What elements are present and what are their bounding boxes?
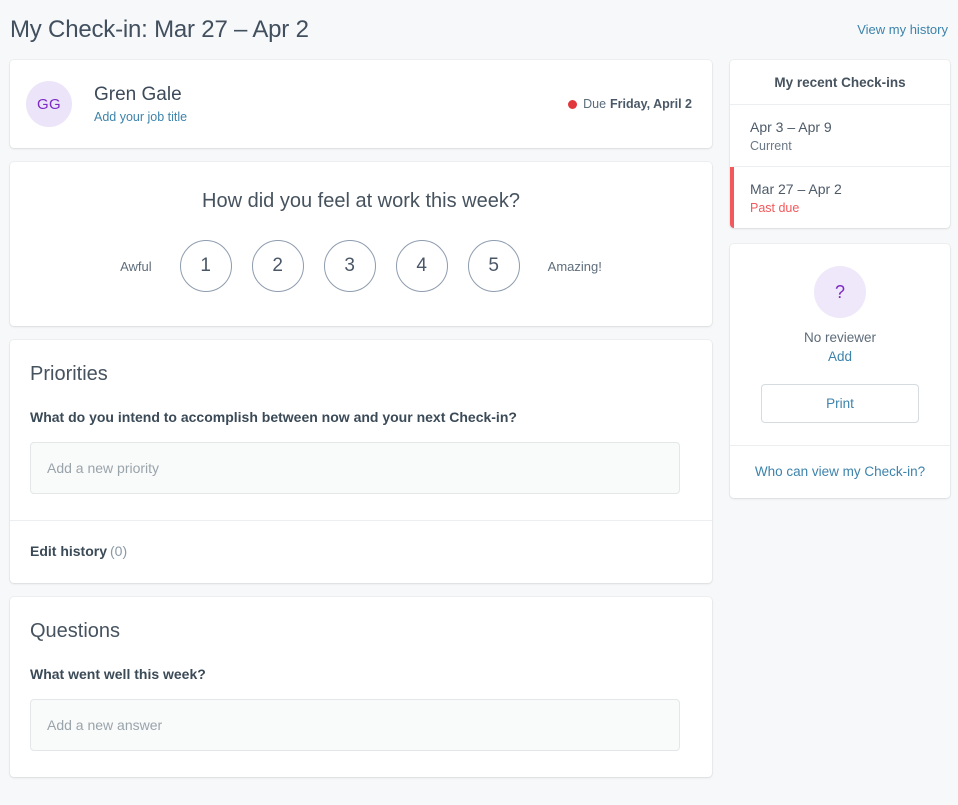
mood-low-label: Awful <box>120 258 152 274</box>
recent-checkins-card: My recent Check-ins Apr 3 – Apr 9 Curren… <box>730 60 950 228</box>
mood-question: How did you feel at work this week? <box>202 190 520 212</box>
mood-scale: Awful 1 2 3 4 5 Amazing! <box>26 240 696 292</box>
print-button[interactable]: Print <box>761 384 919 423</box>
user-summary-card: GG Gren Gale Add your job title Due Frid… <box>10 60 712 148</box>
avatar: GG <box>26 81 72 127</box>
mood-option-4[interactable]: 4 <box>395 240 448 292</box>
page-layout: GG Gren Gale Add your job title Due Frid… <box>0 60 958 791</box>
recent-checkins-title: My recent Check-ins <box>730 60 950 105</box>
checkin-range: Apr 3 – Apr 9 <box>750 119 832 135</box>
view-my-history-link[interactable]: View my history <box>857 14 950 46</box>
add-priority-input[interactable] <box>30 442 680 494</box>
mood-option-2[interactable]: 2 <box>251 240 304 292</box>
page-title: My Check-in: Mar 27 – Apr 2 <box>10 16 309 43</box>
checkin-status: Current <box>750 139 792 153</box>
priorities-body: Priorities What do you intend to accompl… <box>10 340 712 520</box>
edit-history-count: (0) <box>110 543 128 559</box>
questions-body: Questions What went well this week? <box>10 597 712 777</box>
page-header: My Check-in: Mar 27 – Apr 2 View my hist… <box>0 0 958 60</box>
checkin-item-current[interactable]: Apr 3 – Apr 9 Current <box>730 105 950 167</box>
mood-high-label: Amazing! <box>547 258 602 274</box>
due-status-dot-icon <box>568 99 578 109</box>
mood-option-1[interactable]: 1 <box>179 240 232 292</box>
checkin-range: Mar 27 – Apr 2 <box>750 181 842 197</box>
checkin-item-past-due[interactable]: Mar 27 – Apr 2 Past due <box>730 167 950 228</box>
user-name: Gren Gale <box>94 83 182 105</box>
edit-history-label: Edit history <box>30 543 108 559</box>
due-status: Due Friday, April 2 <box>568 97 696 111</box>
who-can-view-link[interactable]: Who can view my Check-in? <box>755 464 925 479</box>
main-column: GG Gren Gale Add your job title Due Frid… <box>10 60 712 791</box>
checkin-status: Past due <box>750 201 800 215</box>
visibility-footer: Who can view my Check-in? <box>730 445 950 498</box>
due-date: Friday, April 2 <box>610 97 692 111</box>
priorities-title: Priorities <box>30 363 108 385</box>
add-reviewer-link[interactable]: Add <box>828 349 852 364</box>
reviewer-placeholder-avatar-icon: ? <box>814 266 866 318</box>
sidebar: My recent Check-ins Apr 3 – Apr 9 Curren… <box>730 60 950 514</box>
user-meta: Gren Gale Add your job title <box>94 83 568 126</box>
questions-prompt: What went well this week? <box>30 666 206 682</box>
priorities-edit-history[interactable]: Edit history (0) <box>10 520 712 583</box>
reviewer-label: No reviewer <box>803 330 877 345</box>
reviewer-body: ? No reviewer Add Print <box>730 244 950 445</box>
add-job-title-link[interactable]: Add your job title <box>94 110 187 124</box>
questions-title: Questions <box>30 620 121 642</box>
reviewer-card: ? No reviewer Add Print Who can view my … <box>730 244 950 498</box>
priorities-prompt: What do you intend to accomplish between… <box>30 409 517 425</box>
questions-card: Questions What went well this week? <box>10 597 712 777</box>
mood-option-5[interactable]: 5 <box>467 240 520 292</box>
add-answer-input[interactable] <box>30 699 680 751</box>
due-label: Due <box>583 97 607 111</box>
mood-option-3[interactable]: 3 <box>323 240 376 292</box>
mood-rating-card: How did you feel at work this week? Awfu… <box>10 162 712 326</box>
priorities-card: Priorities What do you intend to accompl… <box>10 340 712 583</box>
